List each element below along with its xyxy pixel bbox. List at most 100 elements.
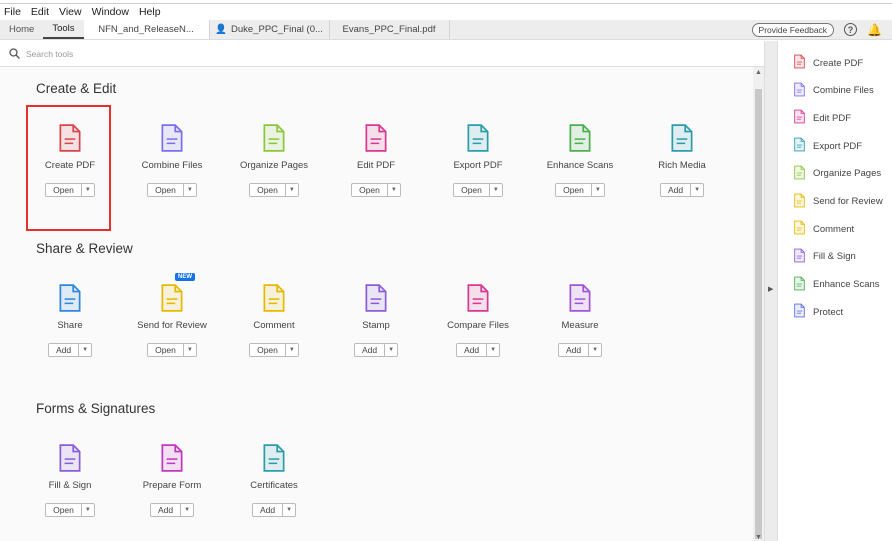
tool-action-button[interactable]: Add ▼: [353, 343, 399, 357]
tool-action-button[interactable]: Open ▼: [351, 183, 401, 197]
chevron-down-icon[interactable]: ▼: [487, 344, 499, 356]
tool-card-combine-files[interactable]: Combine Files Open ▼: [121, 123, 223, 197]
tool-action-label[interactable]: Add: [661, 184, 692, 196]
section-title: Create & Edit: [36, 81, 117, 96]
right-panel-item[interactable]: Combine Files: [792, 82, 874, 100]
chevron-down-icon[interactable]: ▼: [589, 344, 601, 356]
right-panel-item[interactable]: Export PDF: [792, 137, 862, 155]
tool-card-comment[interactable]: Comment Open ▼: [223, 283, 325, 357]
chevron-down-icon[interactable]: ▼: [385, 344, 397, 356]
chevron-down-icon[interactable]: ▼: [388, 184, 400, 196]
tool-action-button[interactable]: Add ▼: [47, 343, 93, 357]
tool-label: Comment: [253, 320, 295, 331]
tool-action-button[interactable]: Open ▼: [147, 343, 197, 357]
tool-action-button[interactable]: Add ▼: [659, 183, 705, 197]
tool-card-edit-pdf[interactable]: Edit PDF Open ▼: [325, 123, 427, 197]
tool-action-label[interactable]: Open: [556, 184, 592, 196]
tool-label: Send for Review: [137, 320, 207, 331]
create-pdf-icon: [792, 54, 807, 72]
comment-icon: [223, 283, 325, 313]
scrollbar[interactable]: ▲ ▼: [753, 67, 764, 541]
chevron-down-icon[interactable]: ▼: [286, 344, 298, 356]
tool-action-button[interactable]: Add ▼: [251, 503, 297, 517]
tool-action-label[interactable]: Open: [148, 344, 184, 356]
menu-window[interactable]: Window: [92, 6, 129, 18]
tool-action-label[interactable]: Open: [454, 184, 490, 196]
chevron-down-icon[interactable]: ▼: [286, 184, 298, 196]
provide-feedback-button[interactable]: Provide Feedback: [751, 22, 835, 37]
tool-action-label[interactable]: Open: [352, 184, 388, 196]
tool-card-compare-files[interactable]: Compare Files Add ▼: [427, 283, 529, 357]
doc-tab[interactable]: Evans_PPC_Final.pdf: [330, 20, 450, 39]
tool-card-fill-sign[interactable]: Fill & Sign Open ▼: [19, 443, 121, 517]
right-panel-item[interactable]: Comment: [792, 220, 854, 238]
right-panel-item[interactable]: Enhance Scans: [792, 276, 880, 294]
notification-bell-icon[interactable]: 🔔: [867, 23, 882, 37]
tool-card-organize-pages[interactable]: Organize Pages Open ▼: [223, 123, 325, 197]
tool-action-label[interactable]: Open: [148, 184, 184, 196]
tool-action-label[interactable]: Open: [250, 344, 286, 356]
menu-help[interactable]: Help: [139, 6, 161, 18]
tool-card-stamp[interactable]: Stamp Add ▼: [325, 283, 427, 357]
export-pdf-icon: [792, 137, 807, 155]
chevron-down-icon[interactable]: ▼: [82, 504, 94, 516]
tool-card-export-pdf[interactable]: Export PDF Open ▼: [427, 123, 529, 197]
tool-action-button[interactable]: Open ▼: [453, 183, 503, 197]
right-panel-item[interactable]: Create PDF: [792, 54, 863, 72]
tool-action-label[interactable]: Add: [355, 344, 386, 356]
right-pane-toggle[interactable]: ▶: [764, 41, 778, 541]
chevron-down-icon[interactable]: ▼: [490, 184, 502, 196]
tool-action-label[interactable]: Add: [559, 344, 590, 356]
chevron-down-icon[interactable]: ▼: [691, 184, 703, 196]
tool-action-button[interactable]: Open ▼: [45, 503, 95, 517]
menu-edit[interactable]: Edit: [31, 6, 49, 18]
tool-action-label[interactable]: Open: [46, 504, 82, 516]
tool-action-label[interactable]: Open: [250, 184, 286, 196]
tool-card-rich-media[interactable]: Rich Media Add ▼: [631, 123, 733, 197]
tool-card-send-for-review[interactable]: Send for Review Open ▼: [121, 283, 223, 357]
tool-card-certificates[interactable]: Certificates Add ▼: [223, 443, 325, 517]
right-panel-item[interactable]: Organize Pages: [792, 165, 881, 183]
tool-card-prepare-form[interactable]: Prepare Form Add ▼: [121, 443, 223, 517]
chevron-down-icon[interactable]: ▼: [592, 184, 604, 196]
tool-action-label[interactable]: Add: [49, 344, 80, 356]
tool-action-button[interactable]: Open ▼: [249, 343, 299, 357]
right-panel-item[interactable]: Fill & Sign: [792, 248, 856, 266]
menu-file[interactable]: File: [4, 6, 21, 18]
chevron-down-icon[interactable]: ▼: [283, 504, 295, 516]
tool-action-button[interactable]: Open ▼: [249, 183, 299, 197]
tab-home[interactable]: Home: [0, 20, 43, 39]
tool-action-button[interactable]: Add ▼: [557, 343, 603, 357]
chevron-down-icon[interactable]: ▼: [184, 344, 196, 356]
tool-action-button[interactable]: Add ▼: [149, 503, 195, 517]
tab-tools[interactable]: Tools: [43, 20, 84, 39]
tool-label: Certificates: [250, 480, 298, 491]
search-bar: Search tools: [0, 41, 778, 67]
tool-card-enhance-scans[interactable]: Enhance Scans Open ▼: [529, 123, 631, 197]
tool-card-share[interactable]: Share Add ▼: [19, 283, 121, 357]
tool-action-label[interactable]: Add: [151, 504, 182, 516]
right-panel-item[interactable]: Send for Review: [792, 193, 883, 211]
tool-action-label[interactable]: Add: [457, 344, 488, 356]
chevron-down-icon[interactable]: ▼: [181, 504, 193, 516]
tool-action-label[interactable]: Add: [253, 504, 284, 516]
tool-card-measure[interactable]: Measure Add ▼: [529, 283, 631, 357]
search-input[interactable]: Search tools: [26, 49, 73, 59]
chevron-down-icon[interactable]: ▼: [184, 184, 196, 196]
right-panel-item[interactable]: Protect: [792, 303, 843, 321]
right-panel-item[interactable]: Edit PDF: [792, 109, 851, 127]
combine-files-icon: [121, 123, 223, 153]
menu-view[interactable]: View: [59, 6, 82, 18]
scroll-up-icon[interactable]: ▲: [755, 69, 762, 76]
menu-bar: File Edit View Window Help: [0, 3, 892, 20]
tool-action-button[interactable]: Add ▼: [455, 343, 501, 357]
doc-tab[interactable]: 👤 Duke_PPC_Final (0...: [210, 20, 330, 39]
doc-tab[interactable]: NFN_and_ReleaseN...: [83, 20, 210, 39]
scroll-down-icon[interactable]: ▼: [755, 534, 762, 541]
tool-action-button[interactable]: Open ▼: [555, 183, 605, 197]
combine-files-icon: [792, 82, 807, 100]
help-icon[interactable]: ?: [844, 23, 858, 36]
tool-action-button[interactable]: Open ▼: [147, 183, 197, 197]
scrollbar-thumb[interactable]: [755, 89, 762, 539]
chevron-down-icon[interactable]: ▼: [79, 344, 91, 356]
